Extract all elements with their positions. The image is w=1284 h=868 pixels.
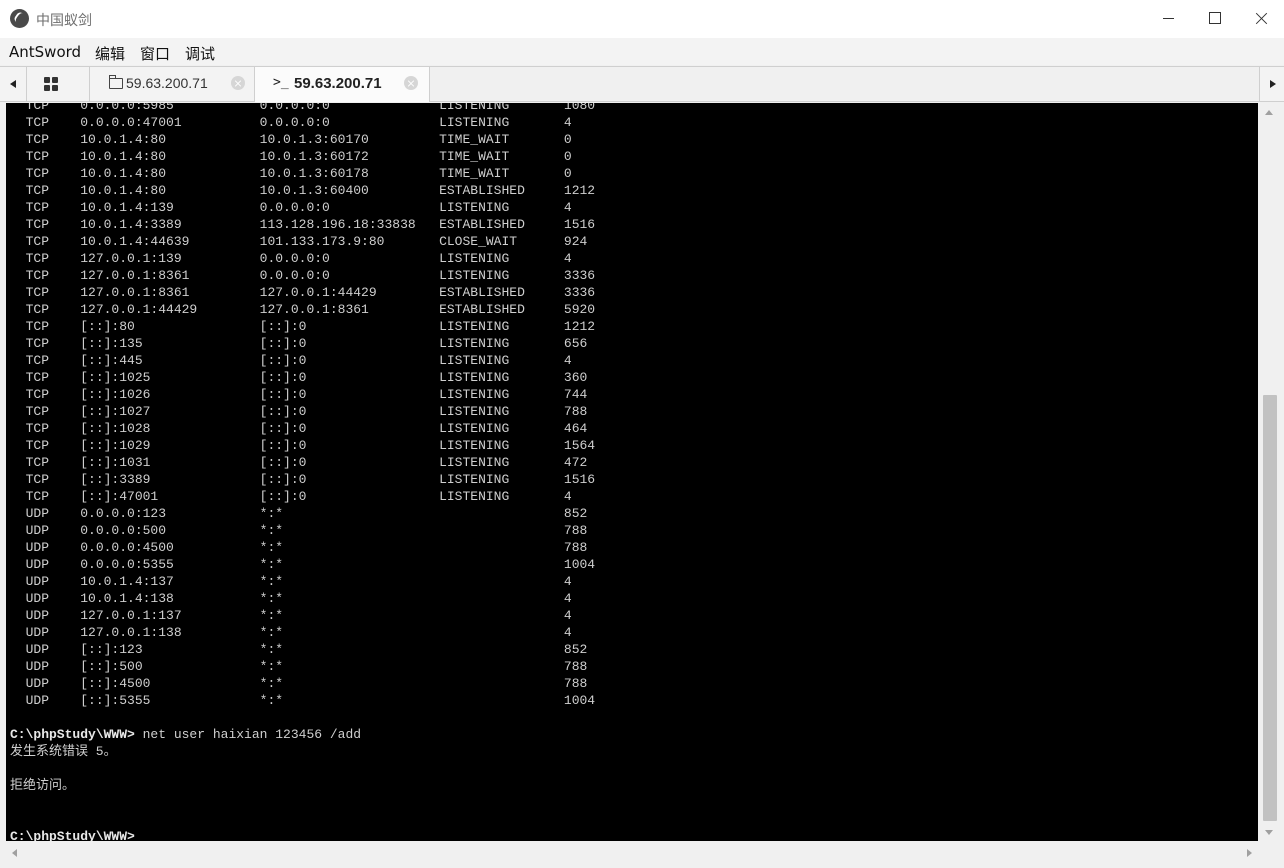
terminal-line: TCP 127.0.0.1:139 0.0.0.0:0 LISTENING 4 — [10, 251, 572, 266]
window-titlebar: 中国蚁剑 — [0, 0, 1284, 38]
minimize-button[interactable] — [1146, 0, 1192, 38]
terminal-line: UDP 10.0.1.4:137 *:* 4 — [10, 574, 572, 589]
terminal-line: TCP [::]:47001 [::]:0 LISTENING 4 — [10, 489, 572, 504]
terminal-line: TCP [::]:1027 [::]:0 LISTENING 788 — [10, 404, 588, 419]
terminal-line: TCP 10.0.1.4:80 10.0.1.3:60178 TIME_WAIT… — [10, 166, 572, 181]
terminal-line: UDP [::]:500 *:* 788 — [10, 659, 588, 674]
scrollbar-corner — [1258, 843, 1280, 863]
menu-antsword[interactable]: AntSword — [9, 43, 81, 61]
terminal-line: UDP 0.0.0.0:123 *:* 852 — [10, 506, 588, 521]
folder-icon — [109, 75, 123, 89]
scrollbar-thumb[interactable] — [1263, 395, 1277, 821]
tab-bar: 59.63.200.71 >_ 59.63.200.71 — [0, 66, 1284, 102]
antsword-logo-icon — [10, 9, 29, 28]
terminal-lines: TCP 0.0.0.0:5985 0.0.0.0:0 LISTENING 108… — [6, 103, 595, 841]
tab-terminal-close-icon[interactable] — [404, 76, 418, 90]
scroll-left-arrow-icon[interactable] — [12, 849, 17, 857]
close-button[interactable] — [1238, 0, 1284, 38]
terminal-line: TCP 127.0.0.1:44429 127.0.0.1:8361 ESTAB… — [10, 302, 596, 317]
terminal-line: UDP [::]:123 *:* 852 — [10, 642, 588, 657]
terminal-line: TCP [::]:445 [::]:0 LISTENING 4 — [10, 353, 572, 368]
scroll-right-arrow-icon[interactable] — [1247, 849, 1252, 857]
terminal-line: TCP [::]:1025 [::]:0 LISTENING 360 — [10, 370, 588, 385]
vertical-scrollbar[interactable] — [1260, 103, 1280, 841]
terminal-line: 拒绝访问。 — [10, 778, 76, 793]
prompt-path: C:\phpStudy\WWW> — [10, 727, 135, 742]
terminal-line: 发生系统错误 5。 — [10, 744, 117, 759]
terminal-icon: >_ — [273, 75, 289, 90]
terminal-line: UDP [::]:5355 *:* 1004 — [10, 693, 596, 708]
terminal-line: TCP 10.0.1.4:80 10.0.1.3:60170 TIME_WAIT… — [10, 132, 572, 147]
scroll-up-arrow-icon[interactable] — [1265, 110, 1273, 115]
terminal-line: TCP [::]:80 [::]:0 LISTENING 1212 — [10, 319, 596, 334]
scroll-down-arrow-icon[interactable] — [1265, 830, 1273, 835]
terminal-line: TCP [::]:1028 [::]:0 LISTENING 464 — [10, 421, 588, 436]
terminal-line: TCP 10.0.1.4:80 10.0.1.3:60172 TIME_WAIT… — [10, 149, 572, 164]
menu-debug[interactable]: 调试 — [185, 43, 215, 64]
tab-file-manager-close-icon[interactable] — [231, 76, 245, 90]
terminal-line: TCP 10.0.1.4:44639 101.133.173.9:80 CLOS… — [10, 234, 588, 249]
window-title: 中国蚁剑 — [36, 13, 92, 29]
tab-scroll-right-button[interactable] — [1259, 67, 1284, 101]
tab-terminal-label: 59.63.200.71 — [294, 75, 382, 92]
terminal-line: UDP 127.0.0.1:137 *:* 4 — [10, 608, 572, 623]
tab-file-manager[interactable]: 59.63.200.71 — [90, 67, 255, 101]
menu-bar: AntSword 编辑 窗口 调试 — [0, 38, 1284, 65]
maximize-icon — [1209, 12, 1221, 24]
terminal-line: UDP 127.0.0.1:138 *:* 4 — [10, 625, 572, 640]
prompt-path: C:\phpStudy\WWW> — [10, 829, 135, 841]
terminal-line: TCP 0.0.0.0:47001 0.0.0.0:0 LISTENING 4 — [10, 115, 572, 130]
terminal-line: UDP 0.0.0.0:500 *:* 788 — [10, 523, 588, 538]
tab-home[interactable] — [27, 67, 90, 101]
maximize-button[interactable] — [1192, 0, 1238, 38]
grid-icon — [44, 77, 58, 91]
terminal-line: TCP 0.0.0.0:5985 0.0.0.0:0 LISTENING 108… — [10, 103, 596, 113]
terminal-line: TCP 127.0.0.1:8361 0.0.0.0:0 LISTENING 3… — [10, 268, 596, 283]
menu-window[interactable]: 窗口 — [140, 43, 170, 64]
terminal-line: TCP 127.0.0.1:8361 127.0.0.1:44429 ESTAB… — [10, 285, 596, 300]
terminal-output[interactable]: TCP 0.0.0.0:5985 0.0.0.0:0 LISTENING 108… — [6, 103, 1258, 841]
terminal-line: TCP [::]:135 [::]:0 LISTENING 656 — [10, 336, 588, 351]
tab-terminal[interactable]: >_ 59.63.200.71 — [255, 67, 430, 102]
tab-scroll-left-button[interactable] — [0, 67, 27, 101]
prompt-command: net user haixian 123456 /add — [134, 727, 362, 742]
terminal-prompt-line: C:\phpStudy\WWW> — [6, 828, 595, 841]
terminal-line: TCP [::]:1029 [::]:0 LISTENING 1564 — [10, 438, 596, 453]
terminal-prompt-line: C:\phpStudy\WWW> net user haixian 123456… — [6, 726, 595, 743]
terminal-line: TCP 10.0.1.4:3389 113.128.196.18:33838 E… — [10, 217, 596, 232]
terminal-line: UDP 10.0.1.4:138 *:* 4 — [10, 591, 572, 606]
terminal-line: UDP 0.0.0.0:4500 *:* 788 — [10, 540, 588, 555]
terminal-line: UDP 0.0.0.0:5355 *:* 1004 — [10, 557, 596, 572]
terminal-line: TCP [::]:1031 [::]:0 LISTENING 472 — [10, 455, 588, 470]
terminal-line: TCP [::]:3389 [::]:0 LISTENING 1516 — [10, 472, 596, 487]
horizontal-scrollbar[interactable] — [6, 843, 1258, 863]
menu-edit[interactable]: 编辑 — [95, 43, 125, 64]
terminal-line: UDP [::]:4500 *:* 788 — [10, 676, 588, 691]
tab-file-manager-label: 59.63.200.71 — [126, 75, 208, 91]
terminal-line: TCP [::]:1026 [::]:0 LISTENING 744 — [10, 387, 588, 402]
minimize-icon — [1163, 18, 1174, 19]
terminal-line: TCP 10.0.1.4:139 0.0.0.0:0 LISTENING 4 — [10, 200, 572, 215]
terminal-line: TCP 10.0.1.4:80 10.0.1.3:60400 ESTABLISH… — [10, 183, 596, 198]
